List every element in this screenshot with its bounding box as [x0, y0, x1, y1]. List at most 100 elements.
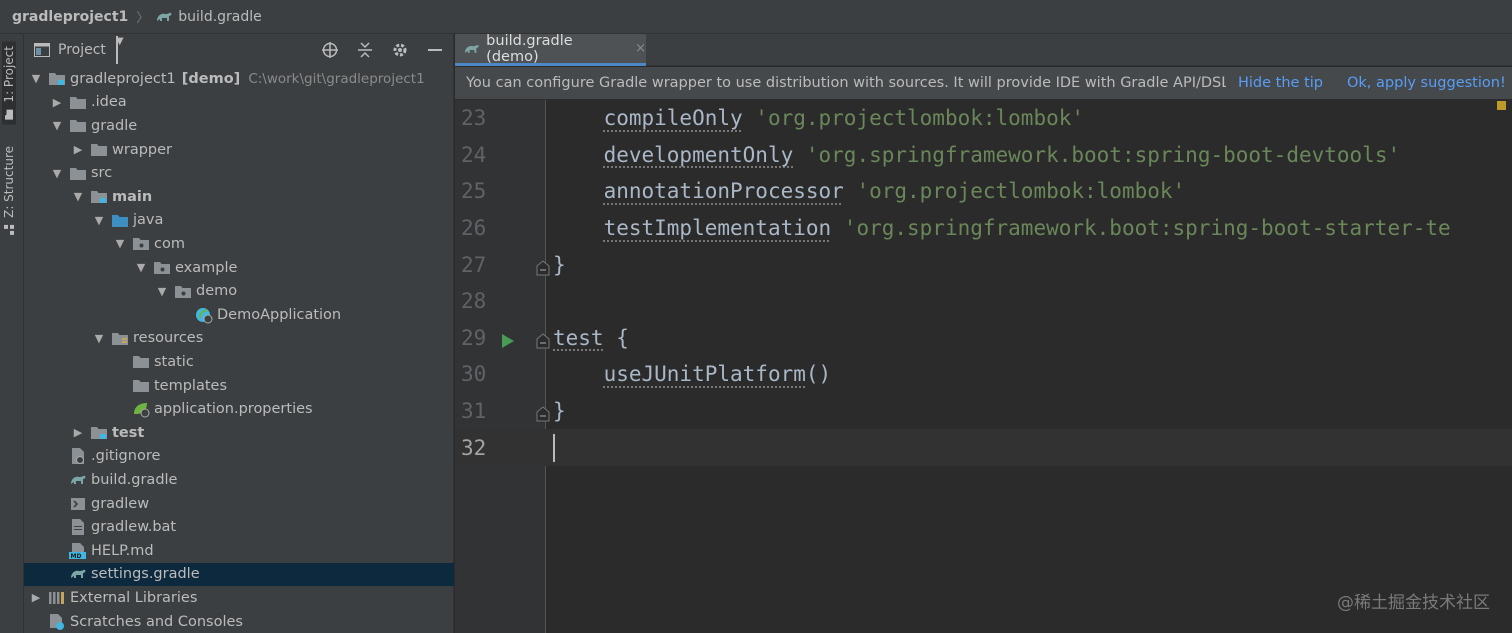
package-icon: [174, 283, 192, 299]
expand-down-icon[interactable]: ▼: [51, 119, 63, 132]
source-folder-icon: [90, 189, 108, 205]
tree-item-label: gradleproject1: [70, 70, 176, 87]
expand-down-icon[interactable]: ▼: [93, 214, 105, 227]
code-line[interactable]: 28: [455, 283, 1512, 320]
expand-down-icon[interactable]: ▼: [156, 285, 168, 298]
code-line[interactable]: 24 developmentOnly 'org.springframework.…: [455, 137, 1512, 174]
code-area[interactable]: 23 compileOnly 'org.projectlombok:lombok…: [455, 100, 1512, 633]
chevron-down-icon[interactable]: ▼: [115, 35, 124, 64]
expand-right-icon[interactable]: ▶: [30, 591, 42, 604]
tree-item[interactable]: Scratches and Consoles: [24, 610, 454, 633]
tree-item[interactable]: ▼ resources: [24, 327, 454, 351]
tree-item[interactable]: ▶ test: [24, 421, 454, 445]
code-line[interactable]: 25 annotationProcessor 'org.projectlombo…: [455, 173, 1512, 210]
code-line[interactable]: 23 compileOnly 'org.projectlombok:lombok…: [455, 100, 1512, 137]
tree-item[interactable]: ▼ gradleproject1 [demo] C:\work\git\gradlep…: [24, 67, 454, 91]
tree-item-label: src: [91, 165, 113, 182]
tree-item[interactable]: ▼ java: [24, 209, 454, 233]
gear-icon[interactable]: [391, 41, 409, 59]
minimize-icon[interactable]: [427, 41, 443, 59]
shell-script-icon: [69, 496, 87, 512]
tree-item-label: main: [112, 188, 153, 205]
expand-right-icon[interactable]: ▶: [72, 143, 84, 156]
code-line[interactable]: 26 testImplementation 'org.springframewo…: [455, 210, 1512, 247]
tree-item[interactable]: ▼ com: [24, 232, 454, 256]
close-icon[interactable]: ×: [635, 41, 646, 56]
expand-down-icon[interactable]: ▼: [93, 332, 105, 345]
code-line[interactable]: 29 test {: [455, 320, 1512, 357]
resources-folder-icon: [111, 330, 129, 346]
tree-item-label: templates: [154, 377, 228, 394]
fold-marker-icon[interactable]: [536, 403, 550, 422]
tree-item[interactable]: MD HELP.md: [24, 539, 454, 563]
project-tool-label: 1: Project: [2, 46, 16, 103]
tree-item-label: HELP.md: [91, 542, 154, 559]
line-number: 26: [461, 216, 487, 241]
structure-tool-button[interactable]: Z: Structure: [2, 146, 16, 236]
fold-marker-icon[interactable]: [536, 257, 550, 276]
tree-item[interactable]: ▼ src: [24, 161, 454, 185]
tree-item[interactable]: settings.gradle: [24, 562, 454, 587]
tree-item[interactable]: ▼ main: [24, 185, 454, 209]
expand-down-icon[interactable]: ▼: [114, 237, 126, 250]
code-line[interactable]: 32: [455, 429, 1512, 466]
tree-item-label: resources: [133, 330, 204, 347]
folder-icon: [69, 165, 87, 181]
code-text: [553, 433, 555, 462]
code-line[interactable]: 27}: [455, 246, 1512, 283]
tree-item-label: gradlew.bat: [91, 519, 177, 536]
tree-item[interactable]: build.gradle: [24, 468, 454, 492]
project-window-icon: [34, 42, 50, 57]
tree-item[interactable]: ▶ External Libraries: [24, 586, 454, 610]
package-icon: [132, 236, 150, 252]
line-number: 24: [461, 142, 487, 167]
line-number: 30: [461, 362, 487, 387]
code-line[interactable]: 30 useJUnitPlatform(): [455, 356, 1512, 393]
tree-item[interactable]: ▶ .idea: [24, 91, 454, 115]
tree-item-label: gradle: [91, 117, 138, 134]
run-icon[interactable]: [501, 330, 515, 348]
tree-item[interactable]: templates: [24, 374, 454, 398]
markdown-file-icon: MD: [69, 542, 87, 560]
project-tool-button[interactable]: 1: Project: [2, 42, 16, 125]
tree-item[interactable]: ▼ demo: [24, 279, 454, 303]
tree-item[interactable]: .gitignore: [24, 445, 454, 469]
breadcrumb-project[interactable]: gradleproject1: [12, 9, 128, 25]
project-panel-header: Project ▼: [24, 34, 453, 65]
locate-target-icon[interactable]: [321, 41, 339, 59]
project-view-selector[interactable]: Project: [58, 42, 106, 58]
tab-build-gradle[interactable]: build.gradle (demo) ×: [455, 33, 646, 66]
folder-icon: [90, 142, 108, 158]
tree-item[interactable]: ▼ gradle: [24, 114, 454, 138]
navigation-bar: gradleproject1 〉 build.gradle: [0, 0, 1512, 34]
expand-right-icon[interactable]: ▶: [72, 426, 84, 439]
spring-class-icon: [195, 307, 213, 324]
expand-down-icon[interactable]: ▼: [135, 261, 147, 274]
hide-tip-link[interactable]: Hide the tip: [1238, 75, 1323, 91]
tree-item-label: .gitignore: [91, 448, 161, 465]
project-path: C:\work\git\gradleproject1: [248, 70, 425, 87]
code-line[interactable]: 31}: [455, 393, 1512, 430]
expand-down-icon[interactable]: ▼: [51, 167, 63, 180]
gitignore-file-icon: [69, 448, 87, 465]
tree-item[interactable]: DemoApplication: [24, 303, 454, 327]
tree-item[interactable]: ▶ wrapper: [24, 138, 454, 162]
tree-item[interactable]: application.properties: [24, 397, 454, 421]
string-literal: 'org.projectlombok:lombok': [742, 106, 1085, 131]
tree-item[interactable]: gradlew.bat: [24, 515, 454, 539]
java-folder-icon: [111, 212, 129, 228]
expand-down-icon[interactable]: ▼: [72, 190, 84, 203]
tree-item[interactable]: static: [24, 350, 454, 374]
expand-right-icon[interactable]: ▶: [51, 96, 63, 109]
structure-tool-label: Z: Structure: [2, 146, 16, 218]
expand-down-icon[interactable]: ▼: [30, 72, 42, 85]
tree-item[interactable]: ▼ example: [24, 256, 454, 280]
scratches-icon: [48, 613, 66, 630]
code-text: }: [553, 399, 566, 424]
collapse-all-icon[interactable]: [357, 41, 373, 59]
fold-marker-icon[interactable]: [536, 330, 550, 349]
warning-marker[interactable]: [1497, 101, 1506, 110]
tree-item[interactable]: gradlew: [24, 492, 454, 516]
breadcrumb-file[interactable]: build.gradle: [155, 9, 262, 25]
apply-suggestion-link[interactable]: Ok, apply suggestion!: [1347, 75, 1506, 91]
